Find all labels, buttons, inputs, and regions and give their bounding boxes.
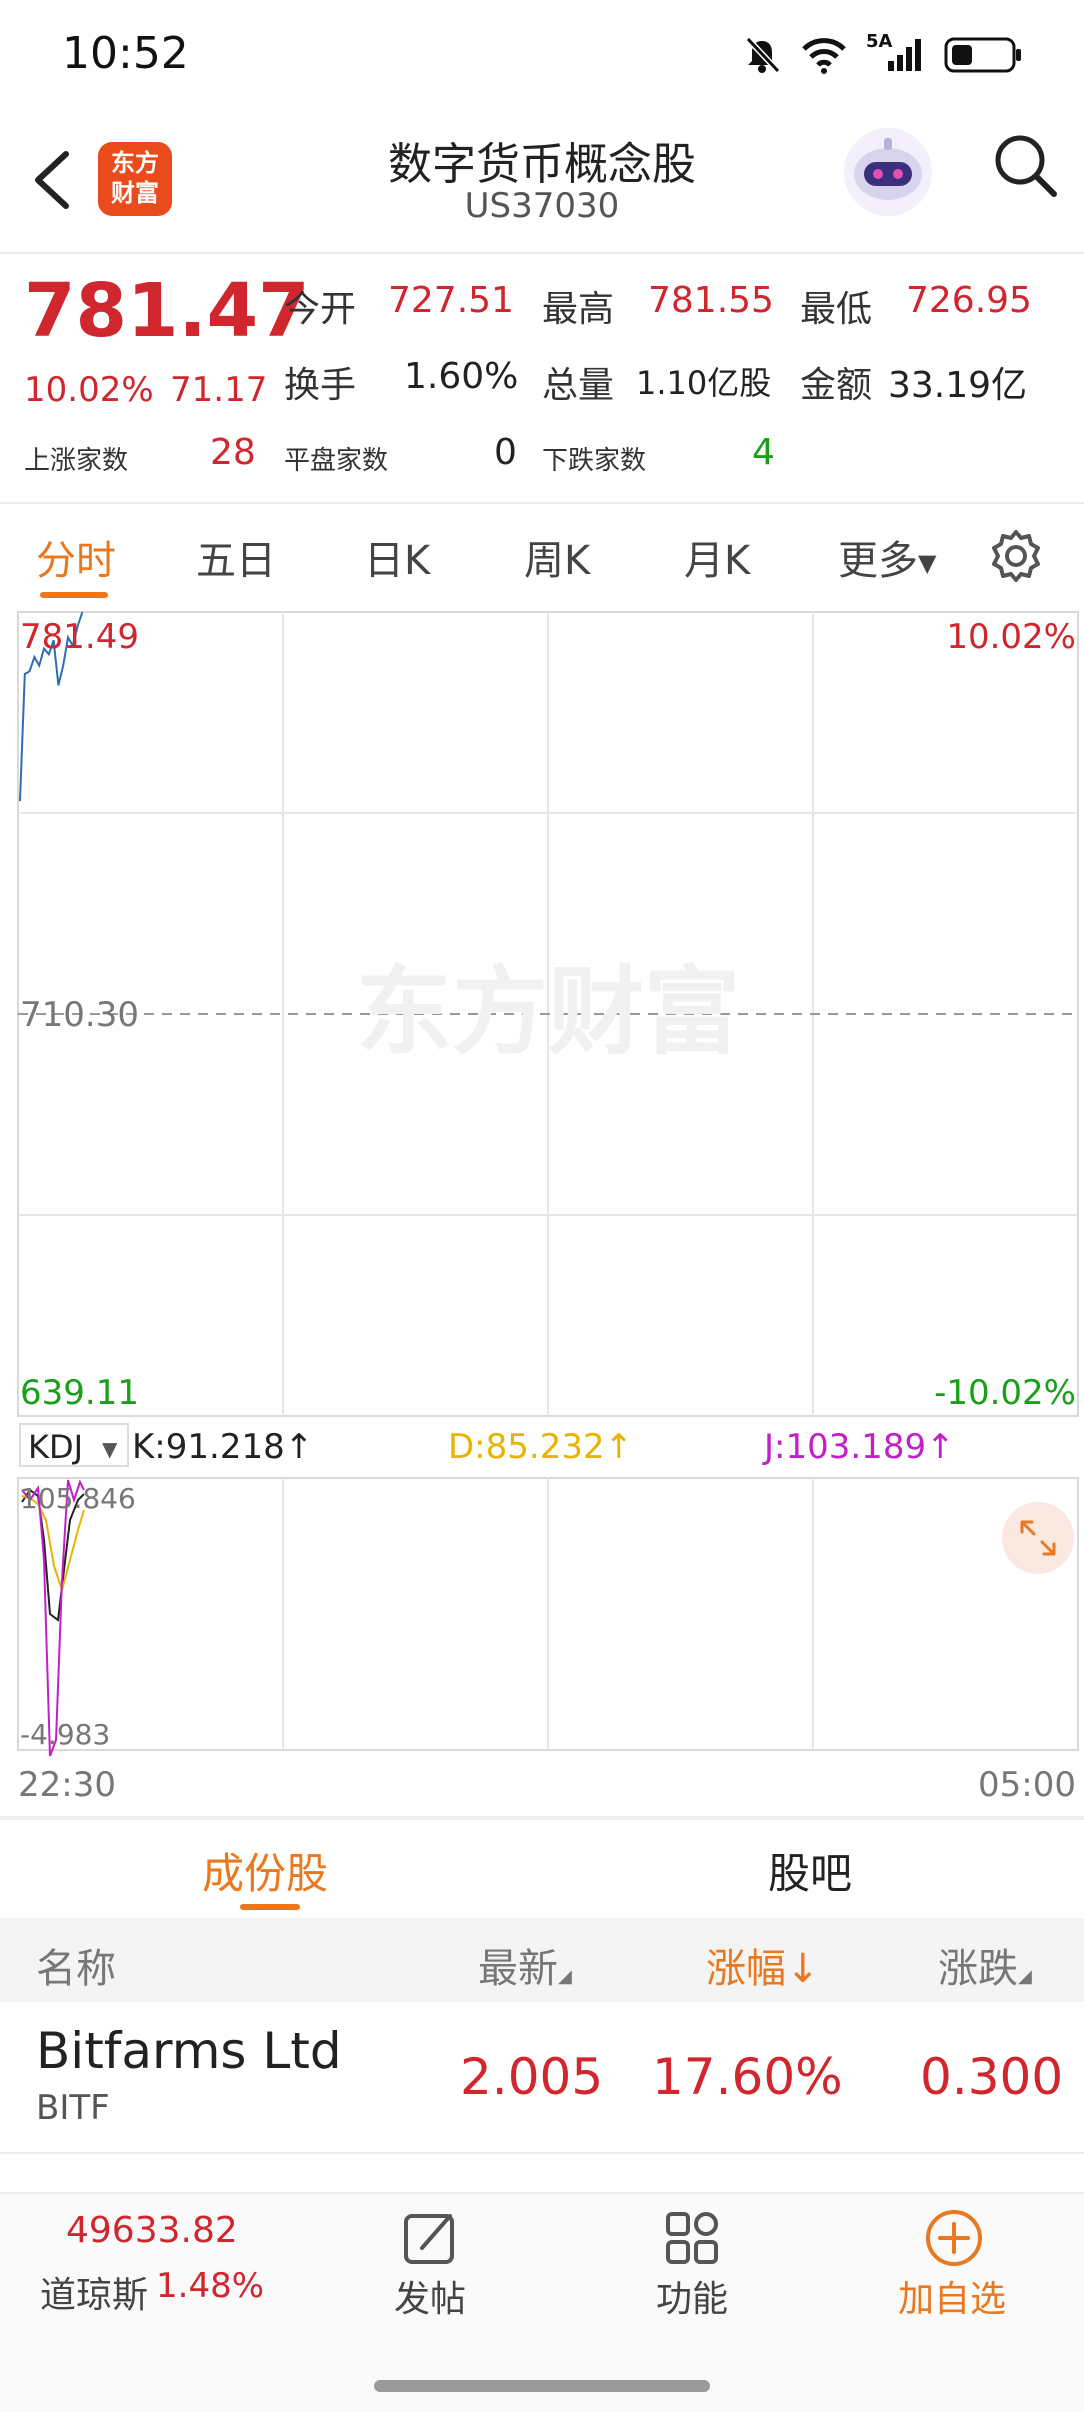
functions-button[interactable]: 功能 [656,2270,728,2322]
index-name[interactable]: 道琼斯 [40,2266,148,2318]
up-count: 28 [210,432,256,473]
expand-icon[interactable] [1002,1502,1074,1574]
row-stock-name[interactable]: Bitfarms Ltd [36,2022,342,2080]
column-pct[interactable]: 涨幅↓ [706,1936,820,1994]
status-time: 10:52 [62,28,189,79]
down-count-label: 下跌家数 [542,446,647,476]
kdj-d-value: D:85.232↑ [448,1427,633,1467]
index-value[interactable]: 49633.82 [66,2210,238,2251]
kdj-k-value: K:91.218↑ [132,1427,313,1467]
subtab-active-indicator [240,1904,300,1910]
column-change-label: 涨跌 [938,1946,1018,1992]
high-label: 最高 [542,289,615,330]
column-change[interactable]: 涨跌◢ [938,1936,1032,1994]
row-pct: 17.60% [652,2048,843,2106]
bottom-price-label: 639.11 [20,1373,139,1413]
bottom-pct-label: -10.02% [934,1373,1076,1413]
top-price-label: 781.49 [20,617,139,657]
sort-icon: ◢ [1018,1966,1032,1987]
kdj-j-line [21,1479,85,1757]
status-icons: 5A [742,30,1024,80]
column-latest[interactable]: 最新◢ [478,1936,572,1994]
high-value: 781.55 [648,280,774,321]
amount-label: 金额 [800,365,873,406]
tab-constituents[interactable]: 成份股 [202,1840,328,1901]
low-value: 726.95 [906,280,1032,321]
open-value: 727.51 [388,280,514,321]
tab-five-day[interactable]: 五日 [196,528,276,586]
flat-count: 0 [494,432,517,473]
open-label: 今开 [284,289,357,330]
tab-weekly-k[interactable]: 周K [524,528,590,586]
column-name[interactable]: 名称 [36,1936,116,1994]
dropdown-triangle-icon: ▼ [918,549,937,577]
tab-daily-k[interactable]: 日K [364,528,430,586]
chart-divider [0,1816,1084,1820]
kdj-j-value: J:103.189↑ [762,1427,955,1467]
column-latest-label: 最新 [478,1946,558,1992]
tab-forum[interactable]: 股吧 [768,1840,852,1901]
row-latest: 2.005 [460,2048,604,2106]
row-change: 0.300 [920,2048,1064,2106]
tab-more-label: 更多 [838,538,918,584]
turnover-label: 换手 [284,365,357,406]
signal-icon: 5A [866,31,926,75]
post-edit-icon[interactable] [400,2208,460,2268]
turnover-value: 1.60% [404,356,519,397]
change-amount: 71.17 [170,370,268,410]
functions-grid-icon[interactable] [662,2208,722,2268]
bell-off-icon [745,36,781,74]
amount-value: 33.19亿 [888,365,1028,406]
battery-icon [944,37,1021,73]
search-icon[interactable] [990,130,1060,200]
sort-icon: ◢ [558,1966,572,1987]
row-divider [0,2152,1084,2154]
mid-price-label: 710.30 [20,995,139,1035]
change-percent: 10.02% [24,370,154,410]
chart-watermark: 东方财富 [356,956,740,1068]
top-pct-label: 10.02% [946,617,1076,657]
kdj-dropdown-icon: ▼ [102,1437,118,1461]
tab-monthly-k[interactable]: 月K [684,528,750,586]
tab-active-indicator [40,592,108,598]
kdj-selector-label: KDJ [28,1428,83,1466]
kdj-top-label: 105.846 [20,1482,136,1515]
down-count: 4 [752,432,775,473]
intraday-chart[interactable]: 东方财富 781.49 10.02% 710.30 639.11 -10.02%… [0,608,1084,1820]
flat-count-label: 平盘家数 [284,446,389,476]
volume-value: 1.10亿股 [636,364,772,402]
time-start-label: 22:30 [18,1765,116,1805]
row-stock-code: BITF [36,2088,110,2128]
current-price: 781.47 [24,268,310,354]
home-indicator[interactable] [374,2380,710,2392]
add-watchlist-button[interactable]: 加自选 [898,2270,1006,2322]
robot-assistant-icon[interactable] [840,124,936,220]
tab-intraday[interactable]: 分时 [36,528,116,586]
post-button[interactable]: 发帖 [394,2270,466,2322]
settings-gear-icon[interactable] [988,528,1044,584]
add-watchlist-icon[interactable] [924,2208,984,2268]
low-label: 最低 [800,289,873,330]
index-pct: 1.48% [156,2266,265,2306]
up-count-label: 上涨家数 [24,446,129,476]
time-end-label: 05:00 [978,1765,1076,1805]
quote-divider [0,502,1084,504]
wifi-icon [802,38,846,74]
tab-more[interactable]: 更多▼ [838,528,936,586]
kdj-bottom-label: -4.983 [20,1718,110,1751]
header-divider [0,252,1084,254]
volume-label: 总量 [542,365,615,406]
